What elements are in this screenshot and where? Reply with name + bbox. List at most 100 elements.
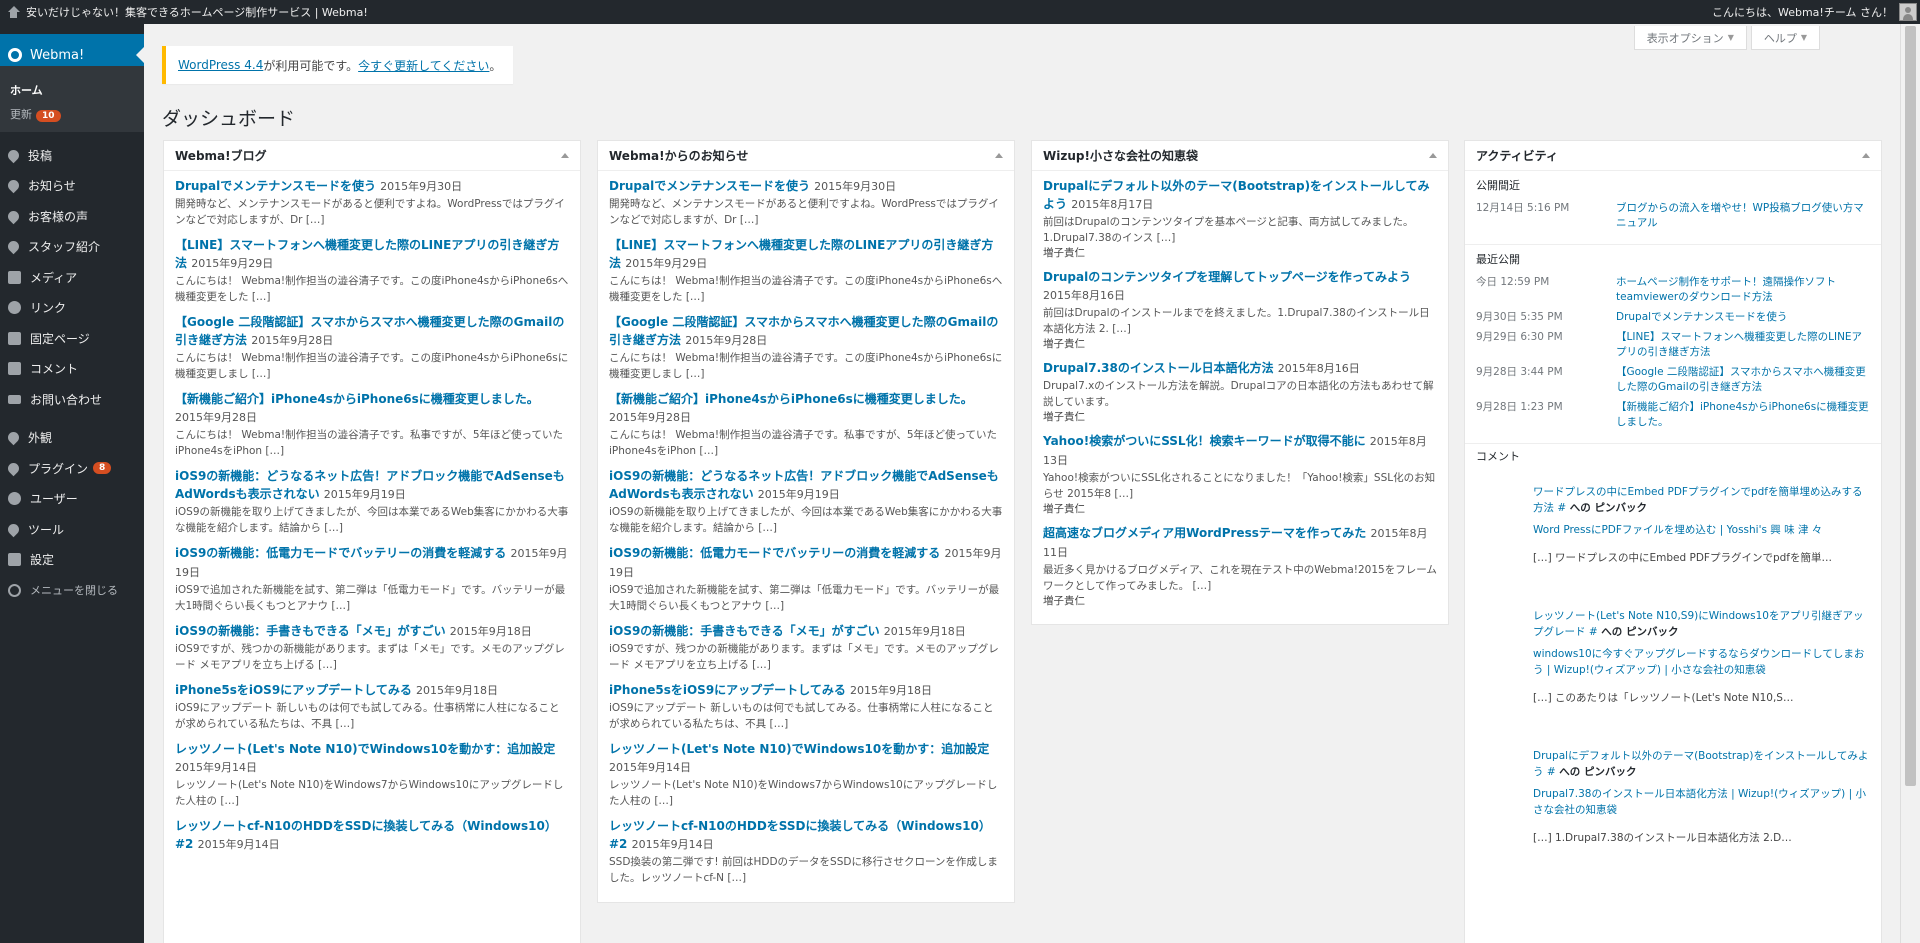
pin-icon (5, 177, 22, 194)
feed-item-title[interactable]: iOS9の新機能：低電力モードでバッテリーの消費を軽減する (175, 546, 506, 560)
feed-item-title[interactable]: Drupalでメンテナンスモードを使う (609, 179, 810, 193)
sidebar-item-posts[interactable]: 投稿 (0, 140, 144, 171)
widget-header[interactable]: アクティビティ (1465, 141, 1881, 171)
toggle-icon[interactable] (1429, 153, 1437, 158)
sidebar-item-tools[interactable]: ツール (0, 514, 144, 545)
sidebar-item-settings[interactable]: 設定 (0, 545, 144, 576)
pin-icon (5, 238, 22, 255)
comment-author-link[interactable]: Word PressにPDFファイルを埋め込む | Yosshi's 興 味 津… (1533, 524, 1822, 536)
feed-item: iOS9の新機能：手書きもできる「メモ」がすごい 2015年9月18日 iOS9で… (175, 622, 569, 673)
activity-when: 9月30日 5:35 PM (1476, 311, 1563, 323)
comment-icon (8, 362, 21, 376)
avatar[interactable] (1899, 3, 1917, 21)
sidebar-item-appearance[interactable]: 外観 (0, 423, 144, 454)
sidebar-item-voices[interactable]: お客様の声 (0, 201, 144, 232)
widget-webma-news: Webma!からのお知らせ Drupalでメンテナンスモードを使う 2015年9… (597, 140, 1015, 903)
activity-title[interactable]: ホームページ制作をサポート！遠隔操作ソフトteamviewerのダウンロード方法 (1616, 275, 1870, 305)
activity-title[interactable]: 【Google 二段階認証】スマホからスマホへ機種変更した際のGmailの引き継… (1616, 365, 1870, 395)
feed-item-title[interactable]: iOS9の新機能：手書きもできる「メモ」がすごい (175, 624, 446, 638)
sidebar-item-news[interactable]: お知らせ (0, 171, 144, 202)
feed-item-excerpt: Yahoo!検索がついにSSL化されることになりました！「Yahoo!検索」SS… (1043, 472, 1436, 500)
sidebar-item-contact[interactable]: お問い合わせ (0, 384, 144, 415)
comment-author-link[interactable]: windows10に今すぐアップグレードするならダウンロードしてしまおう | W… (1533, 648, 1864, 676)
feed-item-title[interactable]: Drupalでメンテナンスモードを使う (175, 179, 376, 193)
screen-options-button[interactable]: 表示オプション ▼ (1633, 26, 1747, 50)
activity-title[interactable]: 【LINE】スマートフォンへ機種変更した際のLINEアプリの引き継ぎ方法 (1616, 330, 1870, 360)
collapse-menu-button[interactable]: メニューを閉じる (0, 575, 144, 606)
sidebar-item-users[interactable]: ユーザー (0, 484, 144, 515)
feed-item: iOS9の新機能：低電力モードでバッテリーの消費を軽減する 2015年9月19日… (609, 544, 1003, 614)
scrollbar-thumb[interactable] (1905, 26, 1916, 786)
feed-item: Drupalにデフォルト以外のテーマ(Bootstrap)をインストールしてみよ… (1043, 177, 1437, 260)
scheduled-section: 公開間近 12月14日 5:16 PM ブログからの流入を増やせ！WP投稿ブログ使… (1465, 171, 1881, 245)
toggle-icon[interactable] (561, 153, 569, 158)
feed-item-title[interactable]: iPhone5sをiOS9にアップデートしてみる (175, 683, 412, 697)
feed-item-author: 増子貴仁 (1043, 247, 1085, 259)
page-scrollbar[interactable] (1900, 24, 1920, 943)
feed-item-title[interactable]: Yahoo!検索がついにSSL化！検索キーワードが取得不能に (1043, 434, 1366, 448)
feed-item: Drupalでメンテナンスモードを使う 2015年9月30日開発時など、メンテナ… (609, 177, 1003, 228)
feed-item: レッツノート(Let's Note N10)でWindows10を動かす：追加設… (175, 740, 569, 809)
feed-item-title[interactable]: 【新機能ご紹介】iPhone4sからiPhone6sに機種変更しました。 (609, 392, 973, 406)
comments-section: コメント ワードプレスの中にEmbed PDFプラグインでpdfを簡単埋め込みす… (1465, 444, 1881, 846)
comment-target-link[interactable]: レッツノート(Let's Note N10,S9)にWindows10をアプリ引… (1533, 610, 1863, 638)
feed-item: iOS9の新機能：手書きもできる「メモ」がすごい 2015年9月18日 iOS9で… (609, 622, 1003, 673)
feed-item-title[interactable]: iPhone5sをiOS9にアップデートしてみる (609, 683, 846, 697)
feed-item: 【Google 二段階認証】スマホからスマホへ機種変更した際のGmailの引き継… (175, 313, 569, 382)
sidebar-item-comments[interactable]: コメント (0, 354, 144, 385)
brush-icon (5, 429, 22, 446)
sidebar-item-label: リンク (30, 301, 67, 316)
wordpress-version-link[interactable]: WordPress 4.4 (178, 58, 263, 72)
feed-item-excerpt: iOS9ですが、残つかの新機能があります。まずは「メモ」です。メモのアップグレー… (175, 643, 565, 671)
feed-item-title[interactable]: 【Google 二段階認証】スマホからスマホへ機種変更した際のGmailの引き継… (609, 315, 998, 347)
feed-item-title[interactable]: 超高速なブログメディア用WordPressテーマを作ってみた (1043, 526, 1366, 540)
feed-item-excerpt: iOS9の新機能を取り上げてきましたが、今回は本業であるWeb集客にかかわる大事… (609, 506, 1003, 534)
activity-title[interactable]: ブログからの流入を増やせ！WP投稿ブログ使い方マニュアル (1616, 201, 1870, 231)
sidebar-item-label: 設定 (30, 553, 55, 568)
widget-header[interactable]: Wizup!小さな会社の知恵袋 (1032, 141, 1448, 171)
feed-item-excerpt: レッツノート(Let's Note N10)をWindows7からWindows… (175, 779, 564, 807)
feed-item-title[interactable]: レッツノート(Let's Note N10)でWindows10を動かす：追加設… (609, 742, 989, 756)
greeting-link[interactable]: こんにちは、Webma!チーム さん！ (1712, 4, 1893, 20)
feed-item-title[interactable]: 【Google 二段階認証】スマホからスマホへ機種変更した際のGmailの引き継… (175, 315, 564, 347)
feed-item-title[interactable]: 【新機能ご紹介】iPhone4sからiPhone6sに機種変更しました。 (175, 392, 539, 406)
feed-item-title[interactable]: iOS9の新機能：手書きもできる「メモ」がすごい (609, 624, 880, 638)
sidebar-item-media[interactable]: メディア (0, 262, 144, 293)
comment-kind: への ピンバック (1566, 502, 1647, 514)
widget-header[interactable]: Webma!ブログ (164, 141, 580, 171)
comment-item: ワードプレスの中にEmbed PDFプラグインでpdfを簡単埋め込みする方法 #… (1533, 484, 1870, 566)
comment-author-link[interactable]: Drupal7.38のインストール日本語化方法 | Wizup!(ウィズアップ)… (1533, 788, 1866, 816)
home-icon[interactable] (7, 6, 20, 18)
feed-item-excerpt: Drupal7.xのインストール方法を解説。Drupalコアの日本語化の方法もあ… (1043, 380, 1434, 408)
feed-item-date: 2015年9月18日 (449, 625, 532, 638)
feed-item-title[interactable]: Drupalのコンテンツタイプを理解してトップページを作ってみよう (1043, 270, 1411, 284)
sidebar-item-label: お客様の声 (28, 209, 89, 224)
feed-item-title[interactable]: iOS9の新機能：低電力モードでバッテリーの消費を軽減する (609, 546, 940, 560)
toggle-icon[interactable] (1862, 153, 1870, 158)
sidebar-item-links[interactable]: リンク (0, 293, 144, 324)
feed-item: 【LINE】スマートフォンへ機種変更した際のLINEアプリの引き継ぎ方法 201… (609, 236, 1003, 305)
feed-item-date: 2015年9月14日 (609, 761, 691, 774)
comment-item: Drupalにデフォルト以外のテーマ(Bootstrap)をインストールしてみよ… (1533, 748, 1870, 846)
update-now-link[interactable]: 今すぐ更新してください (358, 57, 489, 74)
feed-item-date: 2015年9月18日 (850, 684, 933, 697)
sidebar-item-staff[interactable]: スタッフ紹介 (0, 232, 144, 263)
help-button[interactable]: ヘルプ ▼ (1750, 26, 1820, 50)
section-heading: 最近公開 (1476, 253, 1520, 266)
submenu-home[interactable]: ホーム (0, 78, 144, 102)
submenu-updates[interactable]: 更新 10 (0, 102, 144, 126)
widget-title: Wizup!小さな会社の知恵袋 (1043, 149, 1198, 163)
widget-header[interactable]: Webma!からのお知らせ (598, 141, 1014, 171)
sidebar-item-label: プラグイン (28, 461, 89, 476)
feed-item-title[interactable]: レッツノート(Let's Note N10)でWindows10を動かす：追加設… (175, 742, 555, 756)
sidebar-item-plugins[interactable]: プラグイン 8 (0, 453, 144, 484)
activity-title[interactable]: Drupalでメンテナンスモードを使う (1616, 310, 1787, 325)
sidebar-item-pages[interactable]: 固定ページ (0, 323, 144, 354)
activity-title[interactable]: 【新機能ご紹介】iPhone4sからiPhone6sに機種変更しました。 (1616, 400, 1870, 430)
help-label: ヘルプ (1763, 31, 1797, 45)
site-title-link[interactable]: 安いだけじゃない！集客できるホームページ制作サービス | Webma! (26, 4, 368, 20)
toggle-icon[interactable] (995, 153, 1003, 158)
feed-item-excerpt: 開発時など、メンテナンスモードがあると便利ですよね。WordPressではプラグ… (609, 198, 999, 226)
feed-item-title[interactable]: Drupal7.38のインストール日本語化方法 (1043, 361, 1274, 375)
feed-item-date: 2015年9月30日 (814, 180, 897, 193)
